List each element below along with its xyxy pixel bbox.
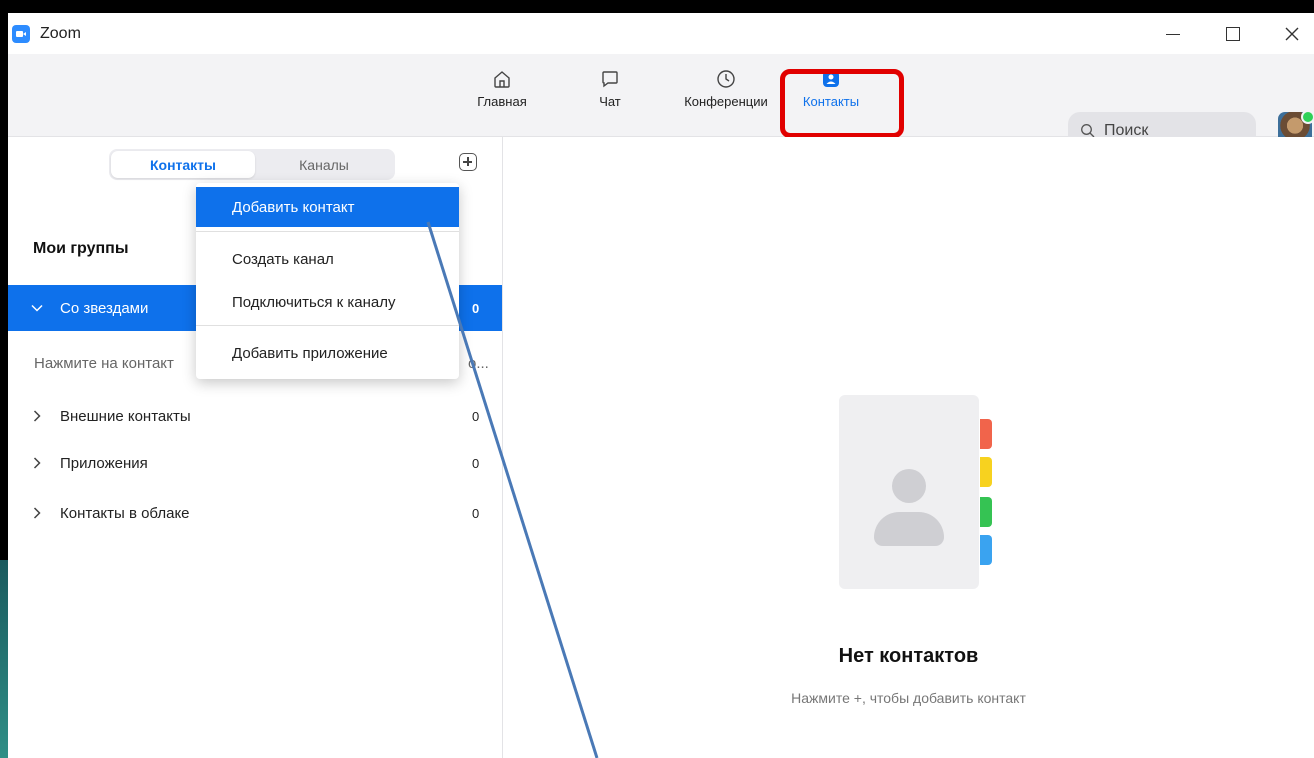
- group-cloud[interactable]: Контакты в облаке 0: [8, 490, 502, 536]
- nav-home[interactable]: Главная: [472, 54, 532, 136]
- nav-chat[interactable]: Чат: [590, 54, 630, 136]
- book-tab-green: [980, 497, 992, 527]
- chevron-right-icon: [33, 507, 41, 519]
- group-external-count: 0: [472, 408, 480, 424]
- menu-add-app[interactable]: Добавить приложение: [196, 333, 459, 373]
- chat-icon: [602, 71, 618, 88]
- maximize-button[interactable]: [1213, 19, 1253, 49]
- starred-hint-tail: o...: [468, 355, 489, 372]
- clock-icon: [717, 70, 735, 88]
- add-button[interactable]: [459, 153, 477, 171]
- tab-contacts[interactable]: Контакты: [111, 151, 255, 178]
- group-apps[interactable]: Приложения 0: [8, 440, 502, 486]
- add-menu: Добавить контакт Создать канал Подключит…: [196, 183, 459, 379]
- book-tab-yellow: [980, 457, 992, 487]
- group-apps-label: Приложения: [60, 454, 148, 472]
- menu-divider: [196, 231, 459, 232]
- person-head-icon: [892, 469, 926, 503]
- nav-meetings[interactable]: Конференции: [676, 54, 776, 136]
- title-bar: Zoom: [8, 13, 1314, 54]
- group-external[interactable]: Внешние контакты 0: [8, 393, 502, 439]
- minimize-icon: [1166, 33, 1180, 35]
- person-body-icon: [874, 512, 944, 546]
- menu-divider: [196, 325, 459, 326]
- contacts-channels-switch: Контакты Каналы: [109, 149, 395, 180]
- chevron-down-icon: [31, 304, 43, 312]
- book-tab-blue: [980, 535, 992, 565]
- close-icon: [1285, 27, 1299, 41]
- contacts-highlight-annotation: [780, 69, 904, 138]
- chevron-right-icon: [33, 410, 41, 422]
- top-nav: Главная Чат Конференции Контакты: [8, 54, 1314, 150]
- contacts-main: Нет контактов Нажмите +, чтобы добавить …: [503, 137, 1314, 758]
- zoom-window: Zoom Главная Чат Конференции Контакты По…: [8, 13, 1314, 758]
- close-button[interactable]: [1272, 19, 1312, 49]
- group-cloud-count: 0: [472, 505, 480, 521]
- menu-add-contact[interactable]: Добавить контакт: [196, 187, 459, 227]
- chevron-right-icon: [33, 457, 41, 469]
- starred-hint: Нажмите на контакт: [34, 355, 174, 372]
- group-cloud-label: Контакты в облаке: [60, 504, 190, 522]
- group-apps-count: 0: [472, 455, 480, 471]
- group-starred-label: Со звездами: [60, 299, 149, 317]
- maximize-icon: [1226, 27, 1240, 41]
- tab-channels[interactable]: Каналы: [255, 151, 393, 178]
- menu-create-channel-label: Создать канал: [232, 250, 334, 268]
- groups-title: Мои группы: [33, 240, 129, 257]
- window-title: Zoom: [40, 25, 81, 42]
- group-starred-count: 0: [472, 300, 480, 316]
- empty-state-subtitle: Нажмите +, чтобы добавить контакт: [791, 690, 1026, 706]
- menu-add-contact-label: Добавить контакт: [232, 198, 355, 216]
- menu-create-channel[interactable]: Создать канал: [196, 239, 459, 279]
- book-tab-red: [980, 419, 992, 449]
- nav-home-label: Главная: [477, 94, 527, 109]
- menu-join-channel-label: Подключиться к каналу: [232, 293, 396, 311]
- nav-meetings-label: Конференции: [684, 94, 768, 109]
- zoom-logo-icon: [12, 25, 30, 43]
- online-status-dot: [1301, 110, 1314, 124]
- empty-state-title: Нет контактов: [838, 645, 979, 667]
- menu-add-app-label: Добавить приложение: [232, 344, 388, 362]
- group-external-label: Внешние контакты: [60, 407, 191, 425]
- minimize-button[interactable]: [1153, 19, 1193, 49]
- nav-chat-label: Чат: [599, 94, 621, 109]
- home-icon: [494, 71, 510, 88]
- menu-join-channel[interactable]: Подключиться к каналу: [196, 282, 459, 322]
